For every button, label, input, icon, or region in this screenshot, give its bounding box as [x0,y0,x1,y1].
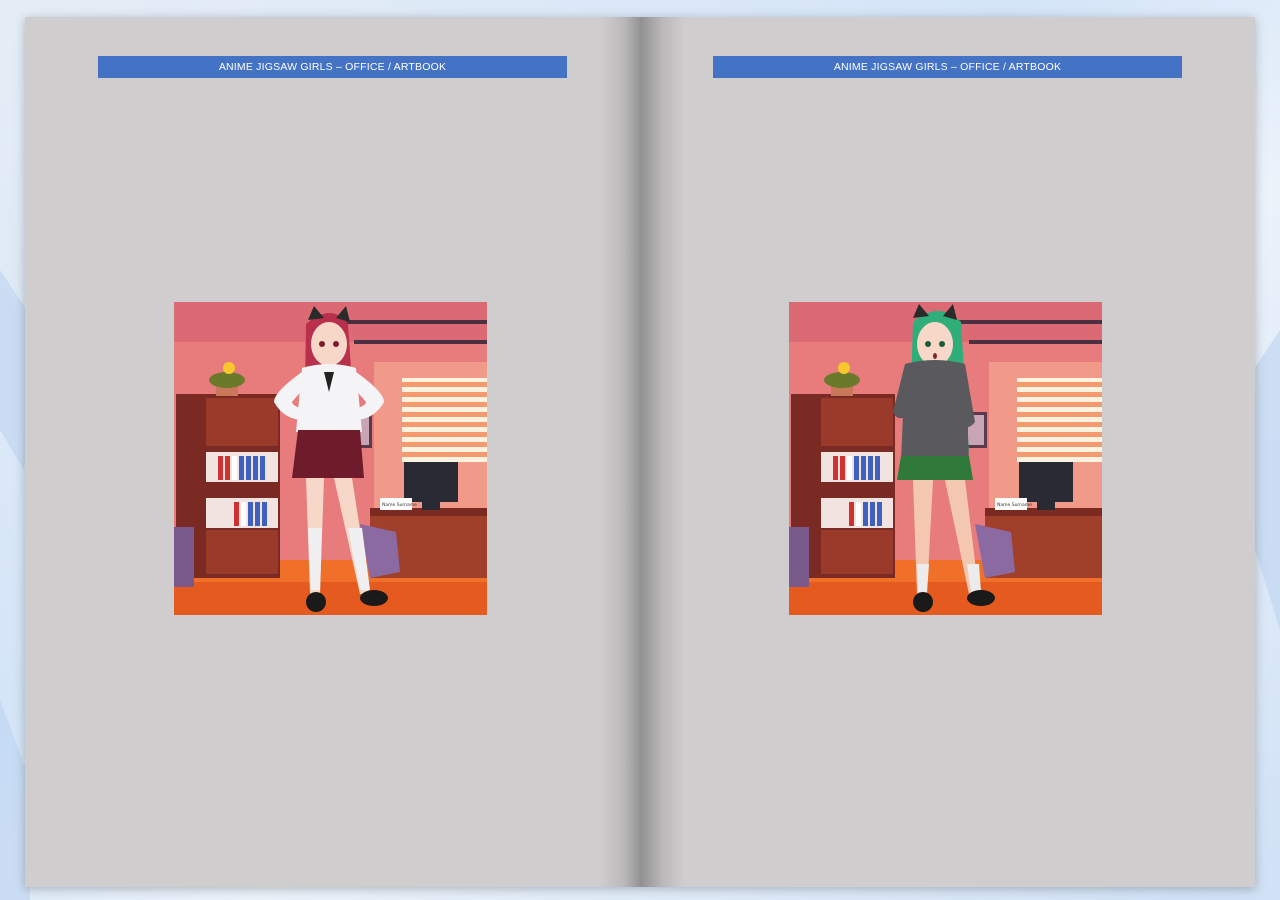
artwork-image[interactable]: Name Surname [789,302,1102,615]
nameplate-text: Name Surname [997,502,1032,508]
office-girl-illustration: Name Surname [789,302,1102,615]
artbook-page-right: ANIME JIGSAW GIRLS – OFFICE / ARTBOOK Na… [640,17,1255,887]
nameplate-text: Name Surname [382,502,417,508]
page-header: ANIME JIGSAW GIRLS – OFFICE / ARTBOOK [713,56,1182,78]
artbook-spread: ANIME JIGSAW GIRLS – OFFICE / ARTBOOK Na… [25,17,1255,887]
artbook-page-left: ANIME JIGSAW GIRLS – OFFICE / ARTBOOK Na… [25,17,640,887]
page-header: ANIME JIGSAW GIRLS – OFFICE / ARTBOOK [98,56,567,78]
artwork-image[interactable]: Name Surname [174,302,487,615]
office-girl-illustration: Name Surname [174,302,487,615]
